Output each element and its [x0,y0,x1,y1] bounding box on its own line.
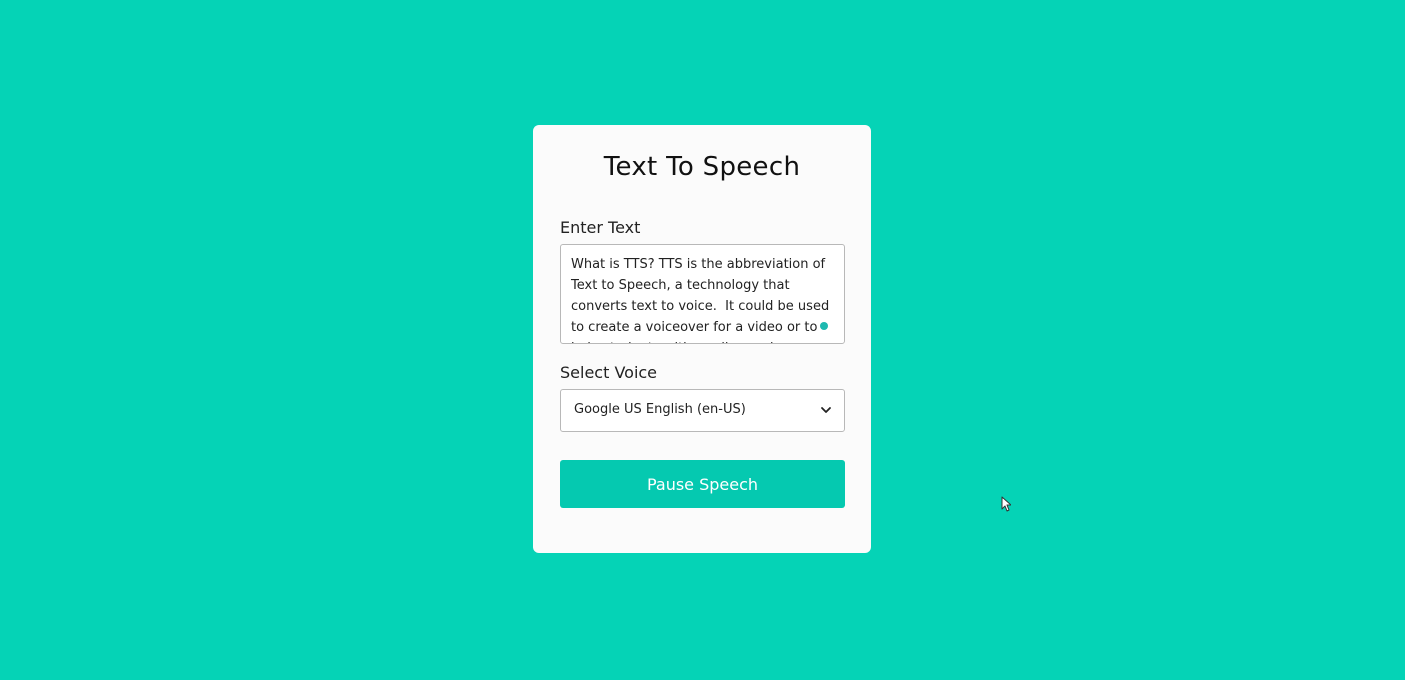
chevron-down-icon [821,407,831,413]
text-input-wrapper: What is TTS? TTS is the abbreviation of … [560,244,845,344]
tts-card: Text To Speech Enter Text What is TTS? T… [533,125,871,553]
pause-speech-button[interactable]: Pause Speech [560,460,845,508]
text-input[interactable]: What is TTS? TTS is the abbreviation of … [561,245,844,343]
text-caret-dot [820,322,828,330]
enter-text-label: Enter Text [560,218,641,237]
voice-select-value: Google US English (en-US) [574,402,746,417]
mouse-cursor-icon [1001,496,1011,512]
page-title: Text To Speech [603,152,801,182]
voice-select[interactable]: Google US English (en-US) [560,389,845,432]
page: Text To Speech Enter Text What is TTS? T… [0,0,1405,680]
select-voice-label: Select Voice [560,363,658,382]
